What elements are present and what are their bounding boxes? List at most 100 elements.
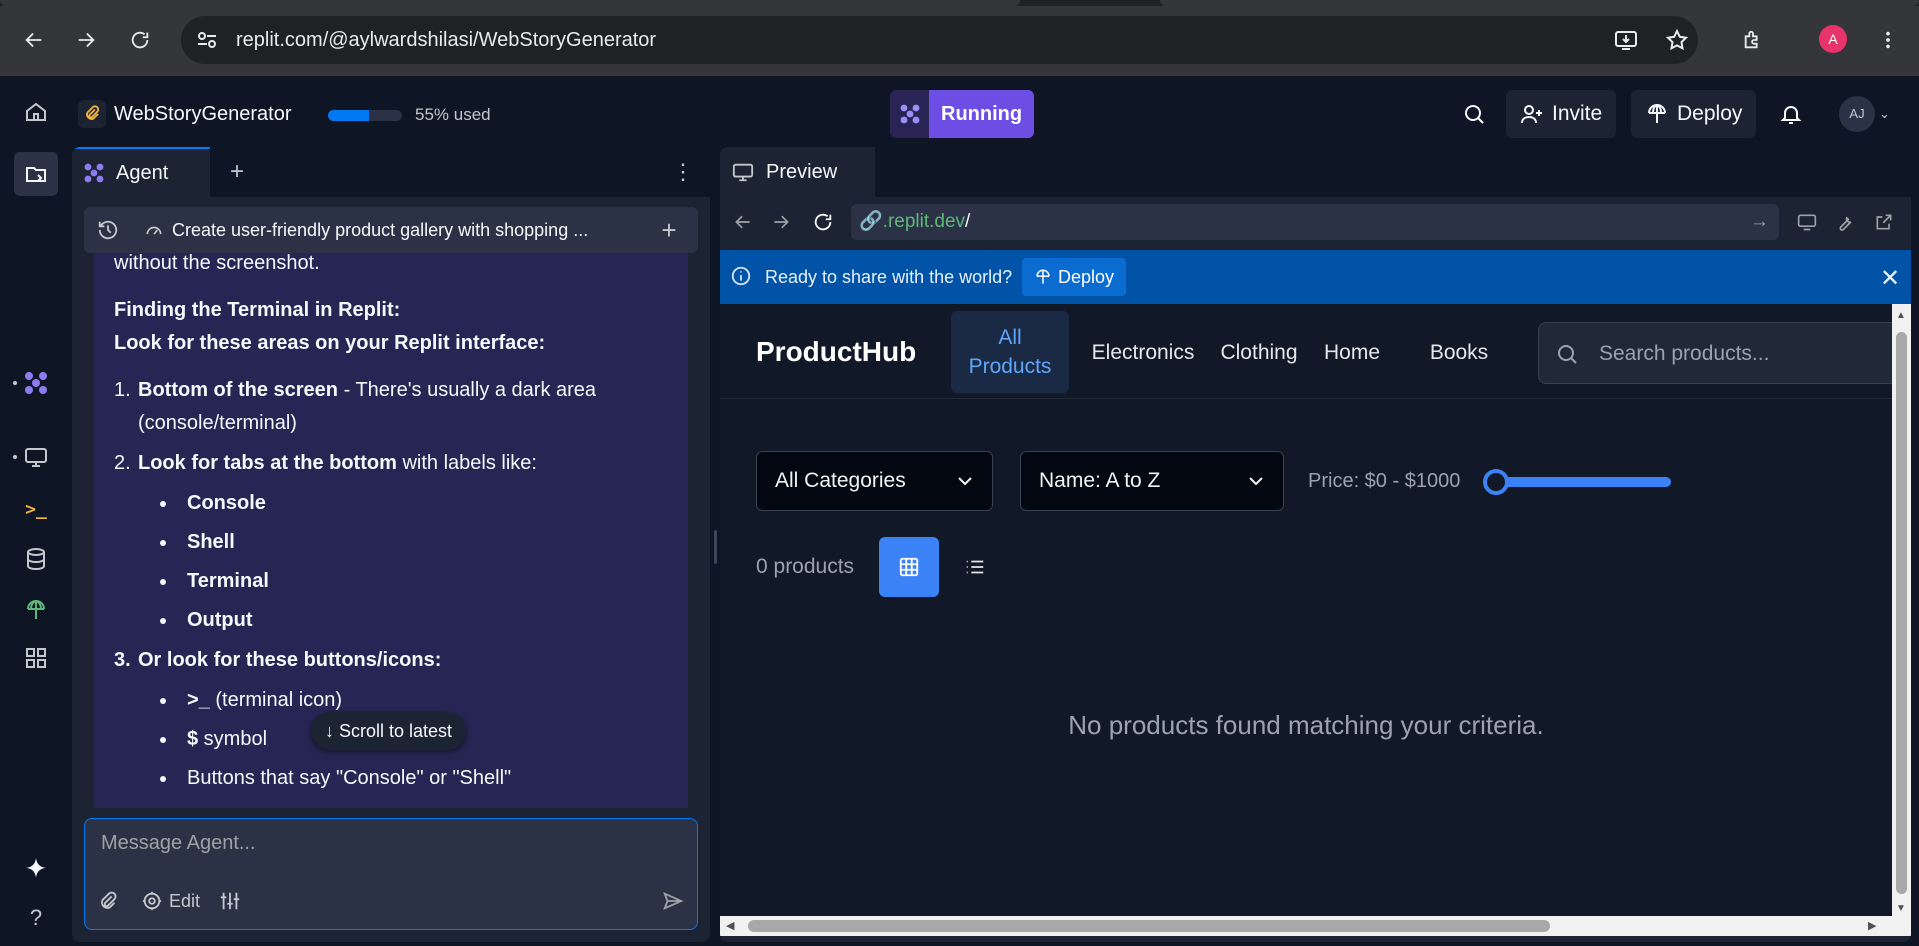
category-select[interactable]: All Categories [756,451,993,511]
send-icon[interactable] [657,885,689,917]
run-control[interactable]: Running [890,90,1035,138]
list-view-button[interactable] [945,537,1005,597]
bullet-text: symbol [198,728,268,750]
new-thread-plus-icon[interactable]: + [644,215,694,246]
tab-menu-icon[interactable]: ⋮ [672,159,694,185]
site-brand[interactable]: ProductHub [756,304,916,399]
vertical-scroll-thumb[interactable] [1896,332,1907,894]
user-avatar[interactable]: AJ [1839,96,1875,132]
scroll-up-arrow-icon[interactable]: ▲ [1896,310,1906,321]
composer-placeholder[interactable]: Message Agent... [101,829,256,857]
database-icon[interactable] [18,541,54,577]
scroll-right-arrow-icon[interactable]: ▶ [1868,919,1876,932]
edit-button[interactable]: Edit [141,885,200,917]
home-icon[interactable] [18,94,54,130]
attach-paperclip-icon[interactable] [97,885,119,917]
project-logo-icon[interactable] [78,100,106,128]
nav-books[interactable]: Books [1394,311,1524,393]
invite-button[interactable]: Invite [1506,90,1617,138]
project-name[interactable]: WebStoryGenerator [114,100,292,128]
product-search-input[interactable]: Search products... [1538,322,1898,384]
files-icon[interactable] [14,152,58,196]
preview-reload-icon[interactable] [808,207,838,237]
close-icon[interactable]: ✕ [1880,264,1900,293]
deployments-icon[interactable] [18,591,54,627]
grid-view-button[interactable] [879,537,939,597]
price-range-slider[interactable] [1483,469,1671,495]
list-item: 2. Look for tabs at the bottom with labe… [114,447,668,480]
settings-sliders-icon[interactable] [219,885,241,917]
apps-grid-icon[interactable] [18,640,54,676]
sparkle-icon[interactable] [18,852,54,888]
list-number: 3. [114,649,131,671]
address-bar[interactable]: replit.com/@aylwardshilasi/WebStoryGener… [181,16,1698,64]
panel-resize-handle[interactable] [714,530,717,564]
install-app-icon[interactable] [1614,28,1638,52]
nav-clothing[interactable]: Clothing [1208,311,1310,393]
browser-tab[interactable] [0,0,1020,6]
open-new-tab-icon[interactable] [1869,207,1899,237]
usage-bar[interactable] [328,110,402,121]
banner-text: Ready to share with the world? [765,267,1013,287]
forward-button[interactable] [64,18,108,62]
chevron-down-icon[interactable]: ⌄ [1879,106,1890,122]
history-icon[interactable] [84,219,132,241]
banner-deploy-button[interactable]: Deploy [1022,258,1127,296]
thread-title[interactable]: Create user-friendly product gallery wit… [132,220,644,241]
nav-home[interactable]: Home [1312,311,1392,393]
browser-tab[interactable] [1160,0,1919,6]
bullet-item: Terminal [112,565,668,598]
bookmark-star-icon[interactable] [1665,28,1689,52]
reload-button[interactable] [118,18,162,62]
nav-electronics[interactable]: Electronics [1080,311,1206,393]
devtools-wrench-icon[interactable] [1830,207,1860,237]
shell-icon[interactable]: >_ [18,491,54,527]
extensions-icon[interactable] [1731,18,1775,62]
message-composer[interactable]: Message Agent... Edit [84,818,698,930]
browser-menu-icon[interactable] [1866,18,1910,62]
tab-preview[interactable]: Preview [720,147,875,197]
address-url[interactable]: replit.com/@aylwardshilasi/WebStoryGener… [236,16,656,64]
sort-select[interactable]: Name: A to Z [1020,451,1284,511]
preview-vertical-scrollbar[interactable]: ▲ ▼ [1892,304,1911,916]
browser-profile-avatar[interactable]: A [1819,25,1847,53]
browser-tabstrip [0,0,1919,6]
nav-all-products[interactable]: All Products [951,311,1069,393]
usage-label[interactable]: 55% used [415,103,491,127]
empty-state-message: No products found matching your criteria… [1068,710,1544,740]
message-line: without the screenshot. [114,253,320,274]
preview-url-bar[interactable]: 🔗.replit.dev/ → [851,204,1779,240]
chevron-down-icon [956,452,974,510]
deploy-banner: Ready to share with the world? Deploy ✕ [720,250,1911,304]
deploy-icon [1648,104,1666,123]
help-icon[interactable]: ? [18,900,54,936]
agent-tabbar: Agent + ⋮ [72,147,710,197]
horizontal-scroll-thumb[interactable] [748,920,1550,932]
search-icon[interactable] [1450,90,1498,138]
preview-horizontal-scrollbar[interactable]: ◀ ▶ [720,916,1911,936]
deploy-button[interactable]: Deploy [1631,90,1757,138]
tab-agent[interactable]: Agent [72,147,210,197]
preview-icon[interactable] [18,439,54,475]
monitor-icon [732,163,754,182]
back-button[interactable] [12,18,56,62]
search-placeholder[interactable]: Search products... [1599,323,1769,385]
running-button[interactable]: Running [929,90,1035,138]
browser-chrome: replit.com/@aylwardshilasi/WebStoryGener… [0,0,1919,76]
price-slider-handle[interactable] [1483,469,1509,495]
scroll-down-arrow-icon[interactable]: ▼ [1896,903,1906,914]
notifications-bell-icon[interactable] [1767,90,1815,138]
agent-icon[interactable] [18,365,54,401]
tab-agent-label: Agent [116,161,169,184]
scroll-left-arrow-icon[interactable]: ◀ [726,919,734,932]
preview-back-icon[interactable] [728,207,758,237]
scroll-to-latest-button[interactable]: ↓ Scroll to latest [311,712,467,750]
preview-forward-icon[interactable] [766,207,796,237]
list-icon [966,560,984,574]
site-settings-icon[interactable] [195,28,219,52]
sort-select-value: Name: A to Z [1039,469,1161,492]
new-tab-plus-icon[interactable]: + [222,157,252,187]
devices-icon[interactable] [1792,207,1822,237]
go-arrow-icon[interactable]: → [1750,204,1769,240]
list-item-bold: Or look for these buttons/icons: [138,649,442,671]
